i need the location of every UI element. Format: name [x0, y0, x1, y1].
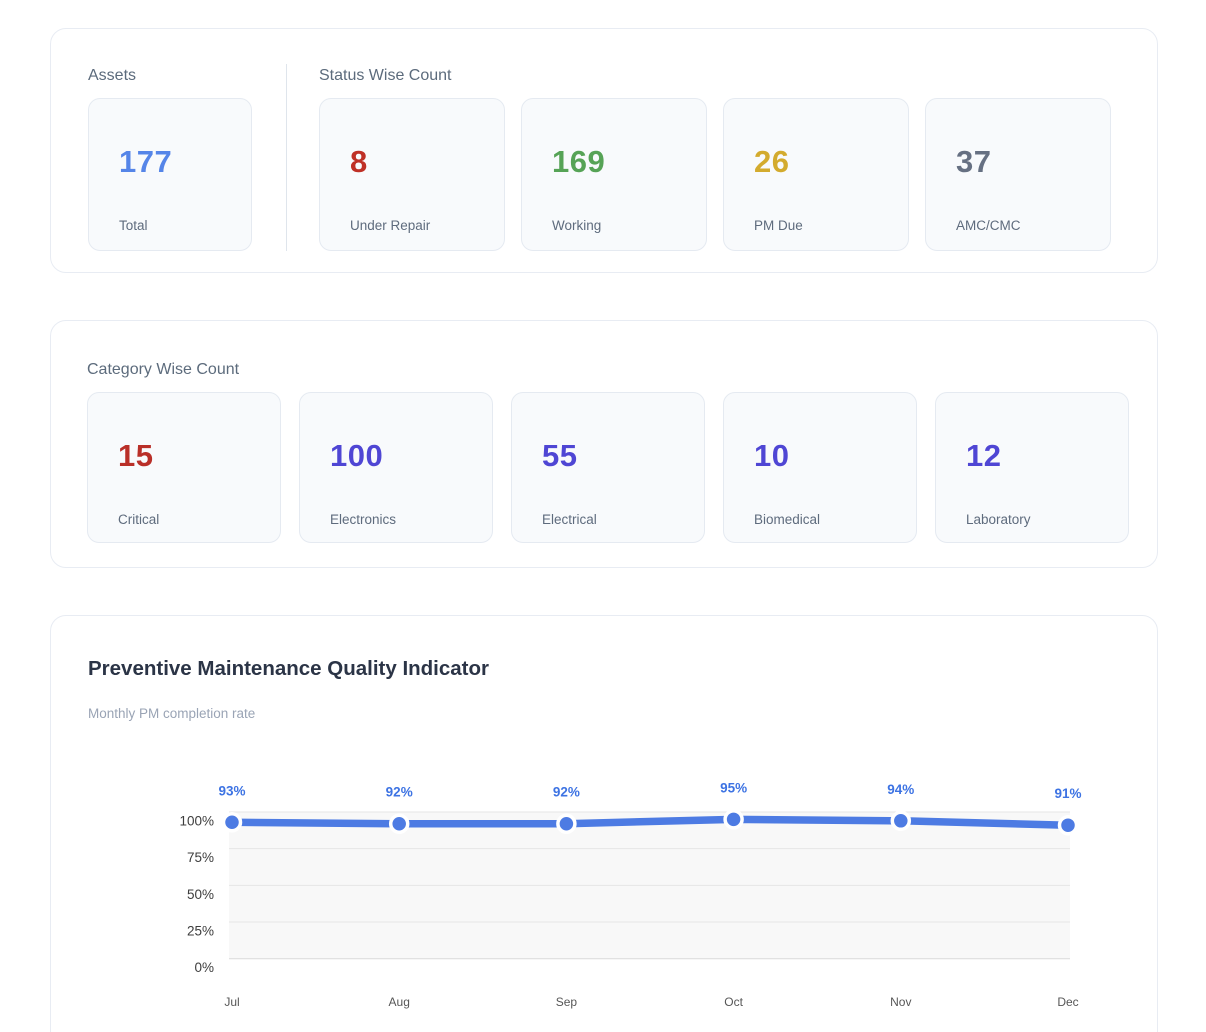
data-label-Dec: 91% — [1054, 786, 1081, 801]
assets-status-card: Assets 177 Total Status Wise Count 8 Und… — [50, 28, 1158, 273]
stat-value-biomedical: 10 — [754, 440, 916, 471]
pm-rate-line — [232, 819, 1068, 825]
x-axis-tick-Aug: Aug — [389, 995, 410, 1009]
stat-tile-working: 169 Working — [521, 98, 707, 251]
data-point-Nov[interactable] — [892, 812, 909, 829]
stat-tile-amc-cmc: 37 AMC/CMC — [925, 98, 1111, 251]
stat-value-laboratory: 12 — [966, 440, 1128, 471]
data-point-Oct[interactable] — [725, 811, 742, 828]
stat-tile-total: 177 Total — [88, 98, 252, 251]
stat-label-laboratory: Laboratory — [966, 512, 1128, 527]
stat-label-under-repair: Under Repair — [350, 218, 504, 233]
status-section-title: Status Wise Count — [319, 67, 1157, 85]
data-point-Dec[interactable] — [1060, 817, 1077, 834]
stat-tile-critical: 15 Critical — [87, 392, 281, 543]
stat-label-electrical: Electrical — [542, 512, 704, 527]
stat-value-working: 169 — [552, 146, 706, 177]
category-section-title: Category Wise Count — [87, 361, 1157, 379]
pm-quality-chart: 0% 25% 50% 75% 100% 93% Jul 92% Aug 92% Sep 95% Oct 9… — [51, 771, 1159, 1032]
stat-value-under-repair: 8 — [350, 146, 504, 177]
stat-tile-laboratory: 12 Laboratory — [935, 392, 1129, 543]
assets-section-title: Assets — [88, 67, 252, 85]
assets-column: Assets 177 Total — [88, 67, 252, 251]
pm-quality-card: Preventive Maintenance Quality Indicator… — [50, 615, 1158, 1032]
stat-tile-electrical: 55 Electrical — [511, 392, 705, 543]
y-axis-tick-50%: 50% — [187, 887, 214, 902]
stat-label-total: Total — [119, 218, 251, 233]
stat-label-critical: Critical — [118, 512, 280, 527]
y-axis-tick-0%: 0% — [194, 960, 214, 975]
stat-tile-pm-due: 26 PM Due — [723, 98, 909, 251]
stat-value-critical: 15 — [118, 440, 280, 471]
stat-label-electronics: Electronics — [330, 512, 492, 527]
data-label-Jul: 93% — [218, 783, 245, 798]
category-card: Category Wise Count 15 Critical 100 Elec… — [50, 320, 1158, 568]
x-axis-tick-Dec: Dec — [1057, 995, 1078, 1009]
stat-tile-under-repair: 8 Under Repair — [319, 98, 505, 251]
y-axis-tick-100%: 100% — [179, 814, 214, 829]
y-axis-tick-25%: 25% — [187, 924, 214, 939]
data-point-Sep[interactable] — [558, 815, 575, 832]
stat-value-amc-cmc: 37 — [956, 146, 1110, 177]
x-axis-tick-Oct: Oct — [724, 995, 743, 1009]
x-axis-tick-Sep: Sep — [556, 995, 578, 1009]
vertical-divider — [286, 64, 287, 251]
x-axis-tick-Nov: Nov — [890, 995, 911, 1009]
data-point-Aug[interactable] — [391, 815, 408, 832]
stat-value-total: 177 — [119, 146, 251, 177]
stat-label-working: Working — [552, 218, 706, 233]
stat-value-electronics: 100 — [330, 440, 492, 471]
data-label-Sep: 92% — [553, 785, 580, 800]
data-point-Jul[interactable] — [224, 814, 241, 831]
pm-chart-title: Preventive Maintenance Quality Indicator — [88, 657, 1157, 681]
data-label-Nov: 94% — [887, 782, 914, 797]
pm-chart-subtitle: Monthly PM completion rate — [88, 706, 1157, 721]
stat-label-amc-cmc: AMC/CMC — [956, 218, 1110, 233]
status-column: Status Wise Count 8 Under Repair 169 Wor… — [319, 67, 1157, 251]
data-label-Aug: 92% — [386, 785, 413, 800]
stat-tile-electronics: 100 Electronics — [299, 392, 493, 543]
stat-label-biomedical: Biomedical — [754, 512, 916, 527]
data-label-Oct: 95% — [720, 780, 747, 795]
y-axis-tick-75%: 75% — [187, 850, 214, 865]
stat-value-electrical: 55 — [542, 440, 704, 471]
x-axis-tick-Jul: Jul — [224, 995, 239, 1009]
stat-label-pm-due: PM Due — [754, 218, 908, 233]
stat-value-pm-due: 26 — [754, 146, 908, 177]
stat-tile-biomedical: 10 Biomedical — [723, 392, 917, 543]
